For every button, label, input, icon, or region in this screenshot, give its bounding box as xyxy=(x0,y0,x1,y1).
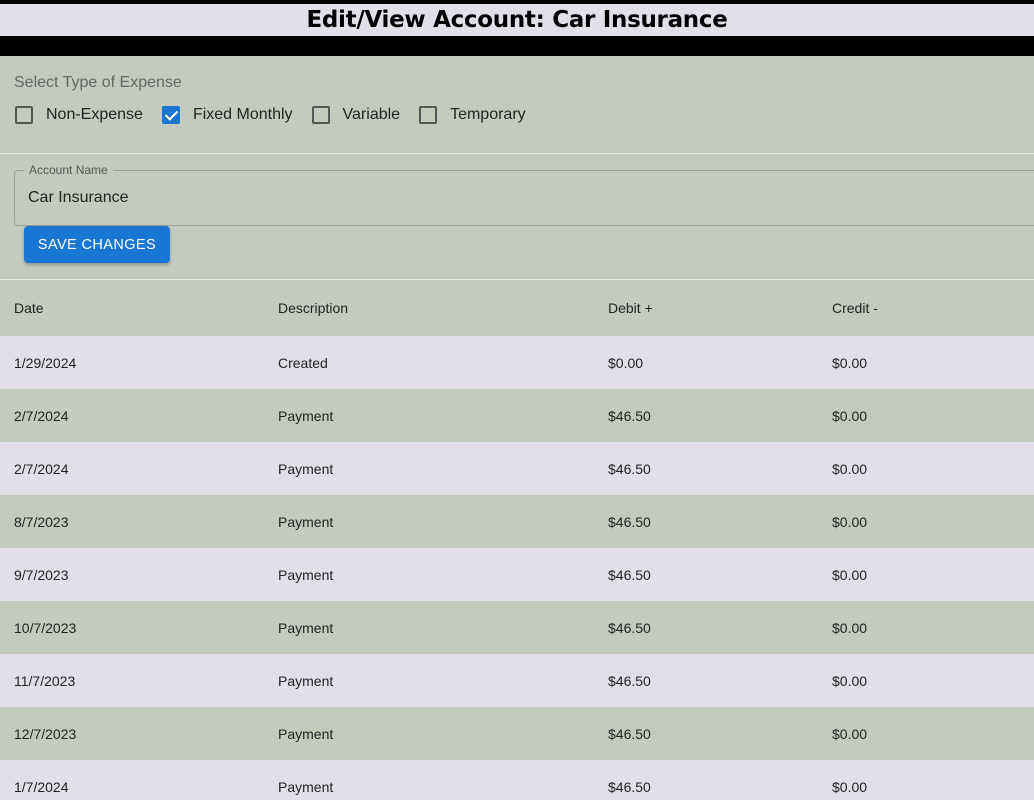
column-header-description[interactable]: Description xyxy=(264,280,594,336)
cell-description: Payment xyxy=(278,566,334,583)
column-header-credit[interactable]: Credit - xyxy=(818,280,1034,336)
cell-credit: $0.00 xyxy=(832,407,868,424)
cell-debit: $46.50 xyxy=(608,619,651,636)
cell-date: 1/7/2024 xyxy=(14,778,69,795)
non-expense-option[interactable]: Non-Expense xyxy=(14,106,143,124)
cell-credit: $0.00 xyxy=(832,460,868,477)
expense-type-options: Non-Expense Fixed Monthly Variable Tempo… xyxy=(14,106,1020,124)
cell-date: 1/29/2024 xyxy=(14,354,77,371)
variable-label: Variable xyxy=(342,106,401,123)
cell-date: 2/7/2024 xyxy=(14,460,69,477)
title-bar: Edit/View Account: Car Insurance xyxy=(0,4,1034,36)
table-row[interactable]: 1/7/2024 Payment $46.50 $0.00 xyxy=(0,760,1034,800)
cell-debit: $46.50 xyxy=(608,460,651,477)
table-row[interactable]: 9/7/2023 Payment $46.50 $0.00 xyxy=(0,548,1034,601)
column-header-date[interactable]: Date xyxy=(0,280,264,336)
cell-date: 2/7/2024 xyxy=(14,407,69,424)
account-name-field[interactable]: Account Name xyxy=(14,163,1034,226)
cell-description: Payment xyxy=(278,513,334,530)
temporary-option[interactable]: Temporary xyxy=(418,106,526,124)
table-row[interactable]: 2/7/2024 Payment $46.50 $0.00 xyxy=(0,442,1034,495)
header-divider xyxy=(0,36,1034,56)
page-title: Edit/View Account: Car Insurance xyxy=(306,7,728,33)
transactions-table: Date Description Debit + Credit - 1/29/2… xyxy=(0,280,1034,800)
table-row[interactable]: 11/7/2023 Payment $46.50 $0.00 xyxy=(0,654,1034,707)
cell-debit: $46.50 xyxy=(608,778,651,795)
table-row[interactable]: 12/7/2023 Payment $46.50 $0.00 xyxy=(0,707,1034,760)
cell-debit: $46.50 xyxy=(608,672,651,689)
expense-type-label: Select Type of Expense xyxy=(14,74,182,91)
cell-description: Payment xyxy=(278,460,334,477)
fixed-monthly-checkbox[interactable] xyxy=(161,106,180,124)
table-header-row: Date Description Debit + Credit - xyxy=(0,280,1034,336)
temporary-checkbox[interactable] xyxy=(419,106,438,124)
cell-credit: $0.00 xyxy=(832,354,868,371)
variable-checkbox[interactable] xyxy=(311,106,330,124)
cell-debit: $46.50 xyxy=(608,407,651,424)
cell-date: 8/7/2023 xyxy=(14,513,69,530)
cell-description: Payment xyxy=(278,778,334,795)
cell-description: Payment xyxy=(278,407,334,424)
column-header-debit[interactable]: Debit + xyxy=(594,280,818,336)
cell-credit: $0.00 xyxy=(832,672,868,689)
cell-date: 12/7/2023 xyxy=(14,725,77,742)
fixed-monthly-label: Fixed Monthly xyxy=(192,106,293,123)
cell-credit: $0.00 xyxy=(832,513,868,530)
cell-description: Payment xyxy=(278,672,334,689)
cell-description: Created xyxy=(278,354,328,371)
cell-date: 9/7/2023 xyxy=(14,566,69,583)
variable-option[interactable]: Variable xyxy=(311,106,401,124)
cell-credit: $0.00 xyxy=(832,566,868,583)
temporary-label: Temporary xyxy=(450,106,526,123)
cell-debit: $46.50 xyxy=(608,513,651,530)
account-name-section: Account Name SAVE CHANGES xyxy=(0,154,1034,280)
cell-credit: $0.00 xyxy=(832,778,868,795)
table-row[interactable]: 1/29/2024 Created $0.00 $0.00 xyxy=(0,336,1034,389)
non-expense-checkbox[interactable] xyxy=(15,106,33,124)
table-row[interactable]: 8/7/2023 Payment $46.50 $0.00 xyxy=(0,495,1034,548)
cell-credit: $0.00 xyxy=(832,725,868,742)
expense-type-section: Select Type of Expense Non-Expense Fixed… xyxy=(0,56,1034,154)
cell-date: 11/7/2023 xyxy=(14,672,76,689)
cell-debit: $46.50 xyxy=(608,725,651,742)
save-changes-button[interactable]: SAVE CHANGES xyxy=(24,226,170,263)
non-expense-label: Non-Expense xyxy=(46,106,143,123)
cell-description: Payment xyxy=(278,725,334,742)
cell-credit: $0.00 xyxy=(832,619,868,636)
cell-debit: $0.00 xyxy=(608,354,644,371)
table-row[interactable]: 10/7/2023 Payment $46.50 $0.00 xyxy=(0,601,1034,654)
table-row[interactable]: 2/7/2024 Payment $46.50 $0.00 xyxy=(0,389,1034,442)
account-name-label: Account Name xyxy=(24,163,113,177)
cell-date: 10/7/2023 xyxy=(14,619,77,636)
cell-debit: $46.50 xyxy=(608,566,651,583)
account-name-input[interactable] xyxy=(28,189,928,207)
cell-description: Payment xyxy=(278,619,334,636)
fixed-monthly-option[interactable]: Fixed Monthly xyxy=(161,106,293,124)
